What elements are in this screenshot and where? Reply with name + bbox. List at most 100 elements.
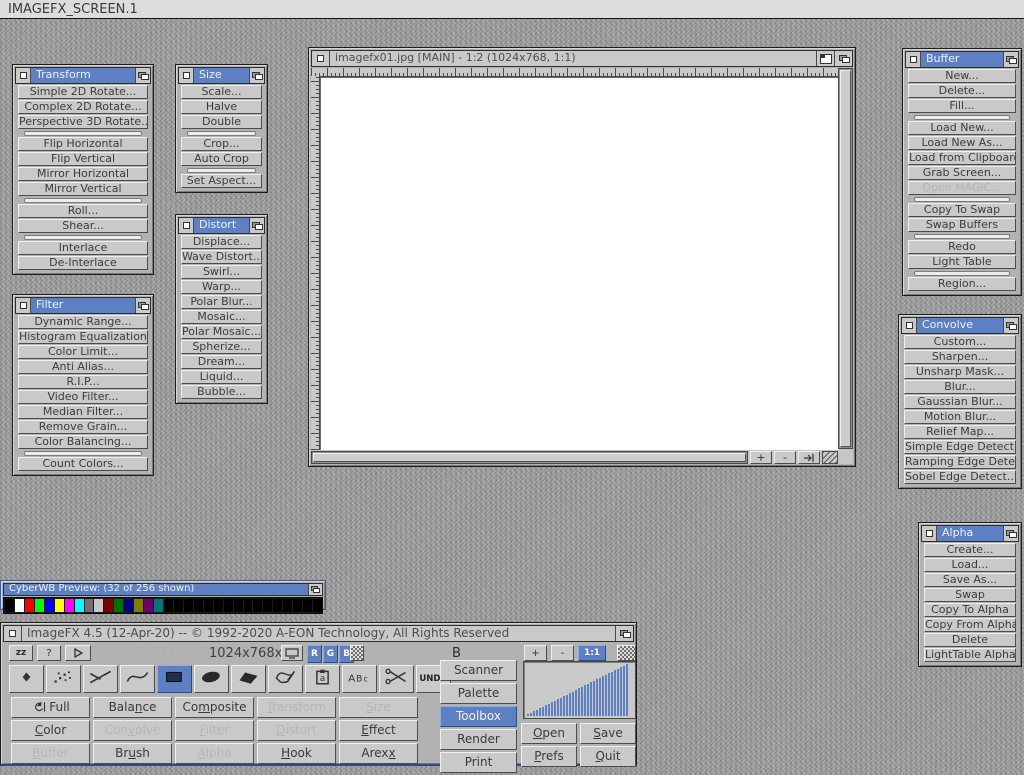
- distort-warp-button[interactable]: Warp...: [181, 280, 262, 294]
- prefs-button[interactable]: Prefs: [521, 746, 577, 767]
- distort-button[interactable]: Distort: [257, 720, 336, 741]
- palette-swatch[interactable]: [303, 599, 312, 612]
- transform-button[interactable]: Transform: [257, 697, 336, 718]
- convolve-sharpen-button[interactable]: Sharpen...: [904, 350, 1016, 364]
- depth-icon[interactable]: [615, 626, 633, 641]
- convolve-simple-edge-detect-button[interactable]: Simple Edge Detect...: [904, 440, 1016, 454]
- palette-swatch[interactable]: [55, 599, 64, 612]
- convolve-custom-button[interactable]: Custom...: [904, 335, 1016, 349]
- convolve-blur-button[interactable]: Blur...: [904, 380, 1016, 394]
- filter-video-filter-button[interactable]: Video Filter...: [18, 390, 148, 404]
- zoom-in-button[interactable]: +: [750, 451, 772, 464]
- vertical-scrollbar-thumb[interactable]: [840, 70, 851, 447]
- buffer-copy-to-swap-button[interactable]: Copy To Swap: [908, 203, 1016, 217]
- zoom-gadget-icon[interactable]: [816, 51, 834, 66]
- depth-icon[interactable]: [135, 298, 150, 313]
- palette-swatch[interactable]: [154, 599, 163, 612]
- transform-flip-horizontal-button[interactable]: Flip Horizontal: [18, 137, 148, 151]
- palette-swatch[interactable]: [5, 599, 14, 612]
- alpha-lighttable-alpha-button[interactable]: LightTable Alpha: [924, 648, 1016, 662]
- depth-icon[interactable]: [1003, 318, 1018, 333]
- transform-mirror-horizontal-button[interactable]: Mirror Horizontal: [18, 167, 148, 181]
- transform-de-interlace-button[interactable]: De-Interlace: [18, 256, 148, 270]
- pattern-icon[interactable]: [617, 645, 636, 661]
- close-icon[interactable]: [179, 68, 194, 83]
- alpha-copy-to-alpha-button[interactable]: Copy To Alpha: [924, 603, 1016, 617]
- transform-mirror-vertical-button[interactable]: Mirror Vertical: [18, 182, 148, 196]
- airbrush-tool[interactable]: [46, 665, 81, 693]
- close-icon[interactable]: [16, 68, 31, 83]
- composite-button[interactable]: Composite: [175, 697, 254, 718]
- sleep-icon[interactable]: zz: [9, 645, 33, 661]
- close-icon[interactable]: [906, 52, 921, 67]
- convolve-ramping-edge-detect-button[interactable]: Ramping Edge Detect: [904, 455, 1016, 469]
- palette-swatch[interactable]: [35, 599, 44, 612]
- buffer-load-new-as-button[interactable]: Load New As...: [908, 136, 1016, 150]
- buffer-redo-button[interactable]: Redo: [908, 240, 1016, 254]
- buffer-grab-screen-button[interactable]: Grab Screen...: [908, 166, 1016, 180]
- filter-color-balancing-button[interactable]: Color Balancing...: [18, 435, 148, 449]
- palette-swatch[interactable]: [214, 599, 223, 612]
- view-zoom-out-button[interactable]: -: [551, 645, 574, 661]
- distort-bubble-button[interactable]: Bubble...: [181, 385, 262, 399]
- transform-shear-button[interactable]: Shear...: [18, 219, 148, 233]
- text-tool[interactable]: ABc: [342, 665, 377, 693]
- channel-g-button[interactable]: G: [323, 645, 338, 663]
- alpha-copy-from-alpha-button[interactable]: Copy From Alpha: [924, 618, 1016, 632]
- filter-histogram-equalization-button[interactable]: Histogram Equalization...: [18, 330, 148, 344]
- view-zoom-in-button[interactable]: +: [524, 645, 547, 661]
- distort-swirl-button[interactable]: Swirl...: [181, 265, 262, 279]
- depth-icon[interactable]: [834, 51, 852, 66]
- alpha-button[interactable]: Alpha: [175, 743, 254, 764]
- freehand-tool[interactable]: [268, 665, 303, 693]
- alpha-delete-button[interactable]: Delete: [924, 633, 1016, 647]
- alpha-create-button[interactable]: Create...: [924, 543, 1016, 557]
- help-icon[interactable]: ?: [37, 645, 61, 661]
- palette-swatch[interactable]: [244, 599, 253, 612]
- filter-count-colors-button[interactable]: Count Colors...: [18, 457, 148, 471]
- distort-spherize-button[interactable]: Spherize...: [181, 340, 262, 354]
- brush-button[interactable]: Brush: [93, 743, 172, 764]
- palette-swatch[interactable]: [15, 599, 24, 612]
- run-icon[interactable]: [65, 645, 91, 661]
- arexx-button[interactable]: Arexx: [339, 743, 418, 764]
- palette-swatch[interactable]: [114, 599, 123, 612]
- depth-icon[interactable]: [249, 218, 264, 233]
- palette-swatch[interactable]: [124, 599, 133, 612]
- filter-anti-alias-button[interactable]: Anti Alias...: [18, 360, 148, 374]
- palette-swatch[interactable]: [313, 599, 322, 612]
- distort-mosaic-button[interactable]: Mosaic...: [181, 310, 262, 324]
- mode-print-button[interactable]: Print: [440, 752, 517, 773]
- size-halve-button[interactable]: Halve: [181, 100, 262, 114]
- mode-palette-button[interactable]: Palette: [440, 683, 517, 704]
- buffer-button[interactable]: Buffer: [11, 743, 90, 764]
- palette-swatch[interactable]: [45, 599, 54, 612]
- size-set-aspect-button[interactable]: Set Aspect...: [181, 174, 262, 188]
- screen-mode-icon[interactable]: [281, 645, 303, 661]
- effect-button[interactable]: Effect: [339, 720, 418, 741]
- filter-dynamic-range-button[interactable]: Dynamic Range...: [18, 315, 148, 329]
- buffer-load-new-button[interactable]: Load New...: [908, 121, 1016, 135]
- palette-swatch[interactable]: [94, 599, 103, 612]
- size-scale-button[interactable]: Scale...: [181, 85, 262, 99]
- open-button[interactable]: Open: [521, 723, 577, 744]
- scissors-tool[interactable]: [379, 665, 414, 693]
- depth-icon[interactable]: [1003, 526, 1018, 541]
- palette-swatch[interactable]: [283, 599, 292, 612]
- palette-swatch[interactable]: [293, 599, 302, 612]
- balance-button[interactable]: Balance: [93, 697, 172, 718]
- palette-swatch[interactable]: [25, 599, 34, 612]
- filter-r-i-p-button[interactable]: R.I.P...: [18, 375, 148, 389]
- size-double-button[interactable]: Double: [181, 115, 262, 129]
- size-button[interactable]: Size: [339, 697, 418, 718]
- convolve-gaussian-blur-button[interactable]: Gaussian Blur...: [904, 395, 1016, 409]
- size-auto-crop-button[interactable]: Auto Crop: [181, 152, 262, 166]
- depth-icon[interactable]: [135, 68, 150, 83]
- close-icon[interactable]: [922, 526, 937, 541]
- pan-arrow-icon[interactable]: [798, 451, 820, 464]
- filter-button[interactable]: Filter: [175, 720, 254, 741]
- distort-dream-button[interactable]: Dream...: [181, 355, 262, 369]
- transform-roll-button[interactable]: Roll...: [18, 204, 148, 218]
- curve-tool[interactable]: [120, 665, 155, 693]
- convolve-motion-blur-button[interactable]: Motion Blur...: [904, 410, 1016, 424]
